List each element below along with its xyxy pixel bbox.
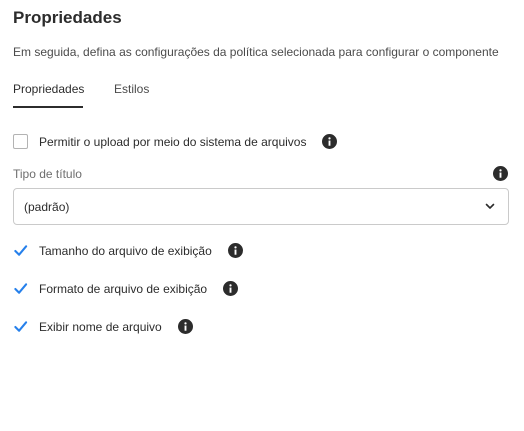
file-size-label: Tamanho do arquivo de exibição — [39, 243, 212, 258]
info-icon[interactable] — [223, 281, 239, 296]
checkmark-icon — [14, 321, 28, 332]
title-type-label: Tipo de título — [13, 167, 82, 181]
title-type-select[interactable]: (padrão) — [13, 188, 509, 225]
chevron-down-icon — [485, 203, 495, 210]
upload-checkbox[interactable] — [13, 134, 28, 149]
checkmark-icon — [14, 245, 28, 256]
active-tab-indicator — [13, 106, 83, 108]
file-name-checkbox[interactable] — [13, 319, 28, 334]
checkmark-icon — [14, 283, 28, 294]
info-icon[interactable] — [177, 319, 193, 334]
tab-propriedades[interactable]: Propriedades — [13, 82, 84, 104]
tab-list: Propriedades Estilos — [13, 82, 313, 108]
option-file-format: Formato de arquivo de exibição — [13, 281, 239, 296]
info-icon[interactable] — [322, 134, 338, 149]
option-file-name: Exibir nome de arquivo — [13, 319, 193, 334]
tab-estilos[interactable]: Estilos — [114, 82, 149, 104]
file-format-checkbox[interactable] — [13, 281, 28, 296]
upload-label: Permitir o upload por meio do sistema de… — [39, 134, 307, 149]
file-size-checkbox[interactable] — [13, 243, 28, 258]
info-icon[interactable] — [493, 166, 508, 181]
title-type-value: (padrão) — [24, 199, 70, 214]
file-name-label: Exibir nome de arquivo — [39, 319, 162, 334]
option-upload: Permitir o upload por meio do sistema de… — [13, 134, 338, 149]
page-title: Propriedades — [13, 8, 122, 27]
info-icon[interactable] — [227, 243, 243, 258]
page-description: Em seguida, defina as configurações da p… — [13, 45, 499, 59]
file-format-label: Formato de arquivo de exibição — [39, 281, 208, 296]
option-file-size: Tamanho do arquivo de exibição — [13, 243, 243, 258]
